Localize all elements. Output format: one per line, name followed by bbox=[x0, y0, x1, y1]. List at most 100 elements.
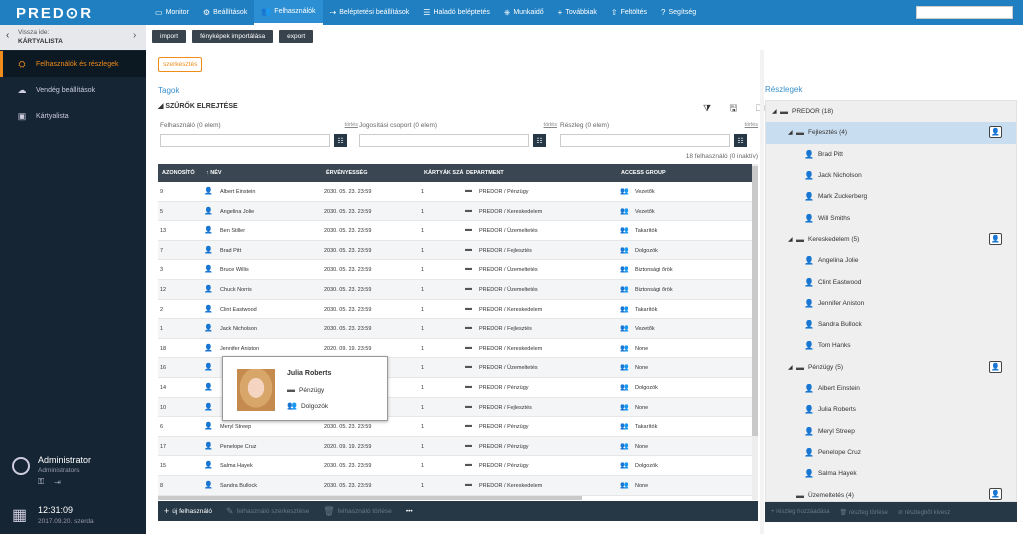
nav-item-3[interactable]: ⇢ Beléptetési beállítások bbox=[323, 0, 417, 25]
filter-label: Jogosítási csoport (0 elem) bbox=[359, 122, 549, 129]
user-card-icon[interactable]: 👤 bbox=[989, 360, 1002, 373]
nav-item-4[interactable]: ☰ Haladó beléptetés bbox=[416, 0, 497, 25]
tree-user-node[interactable]: 👤 Clint Eastwood bbox=[766, 271, 1016, 292]
tree-user-node[interactable]: 👤 Brad Pitt bbox=[766, 144, 1016, 165]
table-row[interactable]: 2 👤 Clint Eastwood 2030. 05. 23. 23:59 1 ▬ PRE… bbox=[158, 300, 752, 320]
table-row[interactable]: 5 👤 Angelina Jolie 2030. 05. 23. 23:59 1 ▬ PRE… bbox=[158, 201, 752, 222]
table-row[interactable]: 1 👤 Jack Nicholson 2030. 05. 23. 23:59 1 ▬ PRE… bbox=[158, 319, 752, 339]
tree-user-node[interactable]: 👤 Albert Einstein bbox=[766, 378, 1016, 399]
tree-dept-node[interactable]: ◢ ▬ Fejlesztés (4) 👤 bbox=[766, 122, 1016, 144]
nav-icon: ▭ bbox=[155, 8, 163, 17]
person-icon: 👤 bbox=[204, 266, 213, 274]
more-button[interactable]: ••• bbox=[406, 508, 413, 515]
table-row[interactable]: 13 👤 Ben Stiller 2030. 05. 23. 23:59 1 ▬ PREDO… bbox=[158, 221, 752, 241]
filter-input[interactable] bbox=[160, 134, 330, 147]
photo-import-button[interactable]: fényképek importálása bbox=[192, 30, 274, 43]
nav-item-2[interactable]: 👥 Felhasználók bbox=[254, 0, 323, 25]
nav-label: Felhasználók bbox=[274, 8, 316, 15]
horizontal-scrollbar[interactable] bbox=[158, 496, 582, 500]
tree-expand-caret[interactable]: ◢ bbox=[772, 108, 780, 115]
tree-user-node[interactable]: 👤 Meryl Streep bbox=[766, 421, 1016, 442]
tree-user-node[interactable]: 👤 Penelope Cruz bbox=[766, 442, 1016, 463]
hide-filters-toggle[interactable]: ◢ SZŰRŐK ELREJTÉSE bbox=[158, 102, 238, 110]
col-group[interactable]: ACCESS GROUP bbox=[621, 170, 666, 176]
table-row[interactable]: 17 👤 Penelope Cruz 2020. 09. 19. 23:59 1 ▬ PRE… bbox=[158, 436, 752, 457]
folder-icon: ▬ bbox=[287, 385, 295, 394]
col-dept[interactable]: DEPARTMENT bbox=[466, 170, 504, 176]
tree-user-node[interactable]: 👤 Salma Hayek bbox=[766, 463, 1016, 484]
add-dept-button[interactable]: + részleg hozzáadása bbox=[771, 509, 830, 515]
tree-user-node[interactable]: 👤 Will Smiths bbox=[766, 208, 1016, 229]
person-icon: 👤 bbox=[204, 207, 213, 215]
list-icon[interactable]: ☷ bbox=[334, 134, 347, 147]
vertical-scrollbar[interactable] bbox=[752, 164, 758, 500]
filter-input[interactable] bbox=[359, 134, 529, 147]
predor-logo[interactable]: PRED⊙R bbox=[16, 4, 93, 22]
import-button[interactable]: import bbox=[152, 30, 187, 43]
result-count: 18 felhasználó (0 inaktív) bbox=[685, 153, 758, 160]
tree-expand-caret[interactable]: ◢ bbox=[788, 236, 796, 243]
delete-dept-button[interactable]: 🗑 részleg törlése bbox=[840, 509, 888, 516]
tree-user-node[interactable]: 👤 Julia Roberts bbox=[766, 399, 1016, 420]
list-icon[interactable]: ☷ bbox=[734, 134, 747, 147]
sidebar-item-2[interactable]: ▣ Kártyalista bbox=[0, 103, 146, 129]
remove-from-dept-button[interactable]: ⊘ részlegből kivesz bbox=[898, 509, 950, 516]
table-row[interactable]: 3 👤 Bruce Willis 2030. 05. 23. 23:59 1 ▬ PREDO… bbox=[158, 260, 752, 280]
tree-user-node[interactable]: 👤 Jennifer Aniston bbox=[766, 293, 1016, 314]
sidebar-item-1[interactable]: ☁ Vendég beállítások bbox=[0, 77, 146, 103]
panel-divider[interactable] bbox=[760, 50, 764, 534]
back-link[interactable]: ‹ Vissza ide: KÁRTYALISTA › bbox=[0, 25, 146, 50]
export-button[interactable]: export bbox=[279, 30, 314, 43]
nav-item-1[interactable]: ⚙ Beállítások bbox=[196, 0, 254, 25]
nav-item-6[interactable]: + Továbbiak bbox=[551, 0, 604, 25]
key-logout-icons[interactable]: ⚿ ⇥ bbox=[38, 477, 65, 487]
tree-expand-caret[interactable]: ◢ bbox=[788, 129, 796, 136]
cell-dept: PREDOR / Üzemeltetés bbox=[479, 287, 538, 293]
top-search-input[interactable] bbox=[916, 6, 1013, 19]
filter-clear-link[interactable]: törlés bbox=[345, 122, 358, 128]
cell-id: 15 bbox=[160, 463, 167, 470]
tree-dept-node[interactable]: ◢ ▬ Kereskedelem (5) 👤 bbox=[766, 229, 1016, 250]
chevron-right-icon[interactable]: › bbox=[133, 30, 136, 41]
new-user-button[interactable]: + új felhasználó bbox=[164, 506, 212, 516]
edit-user-button[interactable]: ✎ felhasználó szerkesztése bbox=[226, 506, 309, 517]
tree-user-node[interactable]: 👤 Angelina Jolie bbox=[766, 250, 1016, 271]
nav-item-5[interactable]: ⎈ Munkaidő bbox=[497, 0, 551, 25]
list-icon[interactable]: ☷ bbox=[533, 134, 546, 147]
table-row[interactable]: 12 👤 Chuck Norris 2030. 05. 23. 23:59 1 ▬ PRED… bbox=[158, 280, 752, 300]
col-valid[interactable]: ÉRVÉNYESSÉG bbox=[326, 170, 367, 176]
folder-icon: ▬ bbox=[780, 107, 788, 117]
filter-input[interactable] bbox=[560, 134, 730, 147]
edit-button[interactable]: szerkesztés bbox=[158, 57, 203, 72]
tree-user-node[interactable]: 👤 Jack Nicholson bbox=[766, 165, 1016, 186]
col-cards[interactable]: KÁRTYÁK SZÁ bbox=[424, 170, 463, 176]
group-icon: 👥 bbox=[620, 364, 629, 372]
col-name[interactable]: ↑ NÉV bbox=[206, 170, 222, 176]
table-row[interactable]: 7 👤 Brad Pitt 2030. 05. 23. 23:59 1 ▬ PREDOR /… bbox=[158, 240, 752, 261]
tree-dept-node[interactable]: ◢ ▬ PREDOR (18) bbox=[766, 101, 1016, 122]
nav-item-7[interactable]: ⇧ Feltöltés bbox=[604, 0, 654, 25]
tree-user-node[interactable]: 👤 Sandra Bullock bbox=[766, 314, 1016, 335]
user-card-icon[interactable]: 👤 bbox=[989, 126, 1002, 139]
nav-item-8[interactable]: ? Segítség bbox=[654, 0, 703, 25]
vertical-scroll-thumb[interactable] bbox=[752, 166, 758, 436]
sidebar-item-0[interactable]: ⛭ Felhasználók és részlegek bbox=[0, 51, 146, 77]
cell-group: None bbox=[635, 365, 649, 372]
folder-icon: ▬ bbox=[796, 362, 804, 372]
col-id[interactable]: AZONOSÍTÓ bbox=[162, 170, 195, 176]
user-card-icon[interactable]: 👤 bbox=[989, 488, 1002, 501]
filter-clear-link[interactable]: törlés bbox=[745, 122, 758, 128]
nav-item-0[interactable]: ▭ Monitor bbox=[148, 0, 196, 25]
table-row[interactable]: 15 👤 Salma Hayek 2030. 05. 23. 23:59 1 ▬ PREDO… bbox=[158, 456, 752, 476]
filter-clear-link[interactable]: törlés bbox=[544, 122, 557, 128]
tree-user-node[interactable]: 👤 Mark Zuckerberg bbox=[766, 186, 1016, 207]
tree-user-node[interactable]: 👤 Tom Hanks bbox=[766, 335, 1016, 356]
tree-expand-caret[interactable]: ◢ bbox=[788, 364, 796, 371]
tree-dept-node[interactable]: ◢ ▬ Pénzügy (5) 👤 bbox=[766, 357, 1016, 378]
user-card-icon[interactable]: 👤 bbox=[989, 232, 1002, 245]
person-icon: 👤 bbox=[204, 325, 213, 333]
table-row[interactable]: 8 👤 Sandra Bullock 2030. 05. 23. 23:59 1 ▬ PRE… bbox=[158, 476, 752, 496]
delete-user-button[interactable]: 🗑 felhasználó törlése bbox=[323, 506, 392, 517]
cell-id: 13 bbox=[160, 228, 167, 235]
table-row[interactable]: 9 👤 Albert Einstein 2030. 05. 23. 23:59 1 ▬ PR… bbox=[158, 182, 752, 202]
